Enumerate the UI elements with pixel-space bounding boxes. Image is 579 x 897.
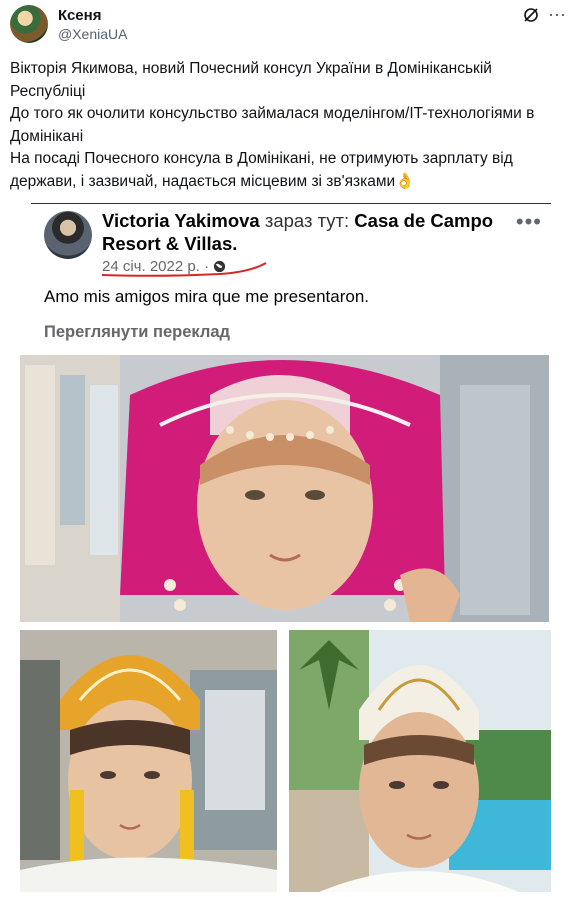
photo-pink-kokoshnik [20, 355, 549, 622]
fb-translate-link: Переглянути переклад [44, 323, 231, 341]
more-icon[interactable]: ⋯ [548, 5, 567, 26]
photo-gold-kokoshnik [20, 630, 277, 892]
tweet-line: Вікторія Якимова, новий Почесний консул … [10, 60, 492, 100]
tweet-media[interactable]: Victoria Yakimova зараз тут: Casa de Cam… [10, 203, 559, 897]
fb-author-line: Victoria Yakimova зараз тут: Casa de Cam… [102, 210, 493, 232]
divider [31, 203, 551, 204]
grok-icon[interactable] [523, 7, 539, 23]
fb-author-avatar [44, 211, 92, 259]
facebook-post-screenshot: Victoria Yakimova зараз тут: Casa de Cam… [20, 203, 552, 353]
tweet-line: До того як очолити консульство займалася… [10, 105, 535, 145]
fb-location-line2: Resort & Villas. [102, 233, 238, 254]
fb-post-text: Amo mis amigos mira que me presentaron. [44, 287, 370, 306]
user-handle[interactable]: @XeniaUA [58, 26, 127, 42]
tweet-line: На посаді Почесного консула в Домінікані… [10, 150, 513, 190]
display-name[interactable]: Ксеня [58, 7, 101, 24]
tweet-text: Вікторія Якимова, новий Почесний консул … [10, 58, 570, 193]
tweet-header: Ксеня @XeniaUA ⋯ [10, 5, 569, 45]
fb-location: Casa de Campo [354, 210, 494, 231]
fb-author-name: Victoria Yakimova [102, 210, 260, 231]
fb-more-dots: ••• [515, 209, 542, 234]
fb-location-prefix: зараз тут: [264, 210, 350, 231]
photo-white-kokoshnik [289, 630, 551, 892]
red-underline [101, 262, 267, 277]
profile-avatar[interactable] [10, 5, 48, 43]
